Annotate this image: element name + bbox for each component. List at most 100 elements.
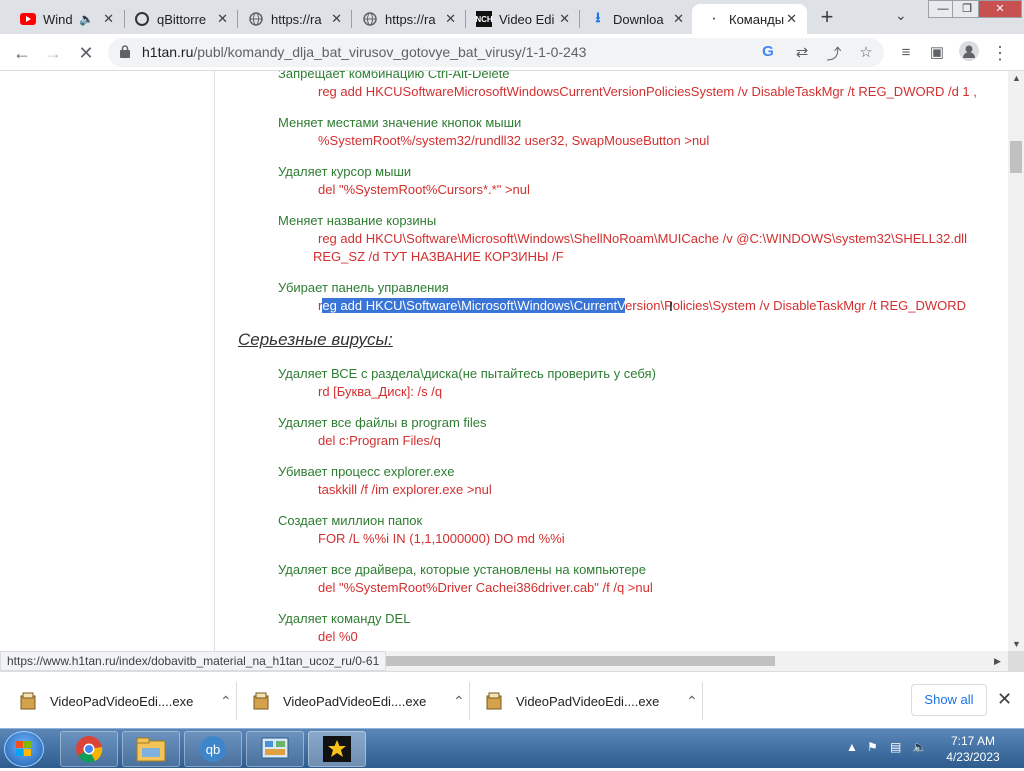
translate-icon[interactable]: ⇄ bbox=[792, 43, 812, 61]
clock-date: 4/23/2023 bbox=[946, 750, 1000, 764]
horizontal-scroll-thumb[interactable] bbox=[383, 656, 775, 666]
cmd-suffix: ersion\Policies\System /v DisableTaskMgr… bbox=[625, 298, 967, 313]
item-description: Удаляет ВСЕ с раздела\диска(не пытайтесь… bbox=[278, 366, 656, 381]
download-item[interactable]: VideoPadVideoEdi....exe ⌃ bbox=[486, 686, 698, 716]
download-filename: VideoPadVideoEdi....exe bbox=[516, 693, 660, 709]
close-icon[interactable]: ✕ bbox=[445, 11, 456, 27]
speaker-icon[interactable]: 🔈 bbox=[79, 12, 94, 26]
download-item[interactable]: VideoPadVideoEdi....exe ⌃ bbox=[253, 686, 465, 716]
menu-kebab-icon[interactable]: ⋮ bbox=[988, 41, 1012, 65]
chevron-up-icon[interactable]: ⌃ bbox=[686, 693, 698, 710]
network-icon[interactable]: ▤ bbox=[890, 740, 901, 754]
close-icon[interactable]: ✕ bbox=[786, 11, 797, 27]
taskbar-control-panel[interactable] bbox=[246, 731, 304, 767]
tab-ra-2[interactable]: https://ra ✕ bbox=[348, 4, 466, 34]
share-icon[interactable]: ⤴ bbox=[824, 43, 844, 64]
download-filename: VideoPadVideoEdi....exe bbox=[50, 693, 194, 709]
tab-komandy-active[interactable]: · Команды ✕ bbox=[692, 4, 807, 34]
new-tab-button[interactable]: + bbox=[815, 6, 839, 28]
item-command: reg add HKCU\Software\Microsoft\Windows\… bbox=[318, 231, 967, 246]
item-description: Создает миллион папок bbox=[278, 513, 423, 528]
tab-video-editor[interactable]: NCH Video Edi ✕ bbox=[462, 4, 580, 34]
tab-youtube[interactable]: Wind 🔈 ✕ bbox=[6, 4, 124, 34]
show-all-button[interactable]: Show all bbox=[911, 684, 987, 716]
back-button[interactable]: ← bbox=[10, 41, 34, 65]
close-icon[interactable]: ✕ bbox=[673, 11, 684, 27]
stop-loading-button[interactable]: ✕ bbox=[74, 41, 98, 65]
loading-icon: · bbox=[711, 10, 717, 27]
youtube-icon bbox=[20, 11, 36, 27]
tab-strip: Wind 🔈 ✕ qBittorre ✕ https://ra ✕ https:… bbox=[0, 0, 1024, 34]
tab-title: https://ra bbox=[385, 11, 436, 27]
action-center-flag-icon[interactable]: ⚑ bbox=[867, 740, 878, 754]
taskbar-chrome[interactable] bbox=[60, 731, 118, 767]
close-icon[interactable]: ✕ bbox=[103, 11, 114, 27]
lock-icon[interactable] bbox=[120, 45, 130, 58]
list-item: Запрещает комбинацию Ctrl-Alt-Delete reg… bbox=[278, 71, 977, 101]
tab-qbittorrent[interactable]: qBittorre ✕ bbox=[120, 4, 238, 34]
close-icon[interactable]: ✕ bbox=[559, 11, 570, 27]
download-shelf: VideoPadVideoEdi....exe ⌃ VideoPadVideoE… bbox=[0, 671, 1024, 728]
profile-avatar-icon[interactable] bbox=[957, 41, 981, 65]
download-item[interactable]: VideoPadVideoEdi....exe ⌃ bbox=[20, 686, 232, 716]
exe-file-icon bbox=[486, 692, 502, 710]
taskbar-qbittorrent[interactable]: qb bbox=[184, 731, 242, 767]
control-panel-icon bbox=[261, 737, 289, 759]
tab-title: Команды bbox=[729, 11, 785, 27]
vertical-scrollbar[interactable]: ▲ ▼ bbox=[1008, 71, 1024, 651]
url-path: /publ/komandy_dlja_bat_virusov_gotovye_b… bbox=[193, 44, 587, 60]
status-bubble-url: https://www.h1tan.ru/index/dobavitb_mate… bbox=[0, 651, 387, 671]
bookmark-star-icon[interactable]: ☆ bbox=[856, 43, 876, 61]
chrome-icon bbox=[76, 736, 103, 763]
google-icon[interactable]: G bbox=[758, 43, 778, 60]
start-button[interactable] bbox=[4, 731, 44, 767]
close-window-button[interactable]: ✕ bbox=[978, 0, 1022, 18]
tab-downloads[interactable]: ⭳ Downloa ✕ bbox=[576, 4, 694, 34]
exe-file-icon bbox=[253, 692, 269, 710]
taskbar-movie-maker[interactable] bbox=[308, 731, 366, 767]
media-control-icon[interactable]: ≡ bbox=[894, 41, 918, 65]
list-item: Убивает процесс explorer.exe taskkill /f… bbox=[278, 463, 492, 499]
volume-icon[interactable]: 🔈 bbox=[912, 740, 927, 754]
list-item: Меняет местами значение кнопок мыши %Sys… bbox=[278, 114, 709, 150]
scroll-up-arrow-icon[interactable]: ▲ bbox=[1012, 73, 1021, 83]
scroll-right-arrow-icon[interactable]: ▶ bbox=[994, 656, 1001, 667]
vertical-scroll-thumb[interactable] bbox=[1010, 141, 1022, 173]
url-text[interactable]: h1tan.ru/publ/komandy_dlja_bat_virusov_g… bbox=[142, 44, 586, 60]
left-sidebar bbox=[0, 71, 215, 651]
item-description: Удаляет все драйвера, которые установлен… bbox=[278, 562, 647, 577]
movie-maker-icon bbox=[323, 736, 351, 762]
windows-logo-icon bbox=[16, 741, 31, 756]
item-command-continued: REG_SZ /d ТУТ НАЗВАНИЕ КОРЗИНЫ /F bbox=[313, 249, 564, 264]
qbittorrent-icon bbox=[134, 11, 150, 27]
tab-ra-1[interactable]: https://ra ✕ bbox=[234, 4, 352, 34]
show-hidden-icons-chevron-icon[interactable]: ▲ bbox=[846, 740, 858, 754]
item-description: Удаляет все файлы в program files bbox=[278, 415, 487, 430]
close-icon[interactable]: ✕ bbox=[997, 689, 1012, 710]
system-clock[interactable]: 7:17 AM 4/23/2023 bbox=[936, 733, 1010, 765]
url-domain: h1tan.ru bbox=[142, 44, 194, 60]
item-command[interactable]: reg add HKCU\Software\Microsoft\Windows\… bbox=[278, 297, 966, 315]
forward-button[interactable]: → bbox=[41, 41, 65, 65]
tab-search-chevron-icon[interactable]: ⌄ bbox=[895, 7, 907, 24]
tab-title: qBittorre bbox=[157, 11, 207, 27]
close-icon[interactable]: ✕ bbox=[331, 11, 342, 27]
side-panel-icon[interactable]: ▣ bbox=[925, 41, 949, 65]
selected-text[interactable]: eg add HKCU\Software\Microsoft\Windows\C… bbox=[322, 298, 626, 313]
nch-icon: NCH bbox=[475, 11, 493, 27]
item-command: rd [Буква_Диск]: /s /q bbox=[318, 384, 443, 399]
item-description: Меняет название корзины bbox=[278, 213, 437, 228]
item-description: Запрещает комбинацию Ctrl-Alt-Delete bbox=[278, 71, 510, 81]
close-icon[interactable]: ✕ bbox=[217, 11, 228, 27]
chevron-up-icon[interactable]: ⌃ bbox=[220, 693, 232, 710]
item-command: %SystemRoot%/system32/rundll32 user32, S… bbox=[318, 133, 710, 148]
chevron-up-icon[interactable]: ⌃ bbox=[453, 693, 465, 710]
globe-icon bbox=[248, 11, 264, 27]
item-command: reg add HKCUSoftwareMicrosoftWindowsCurr… bbox=[318, 84, 977, 99]
scroll-down-arrow-icon[interactable]: ▼ bbox=[1012, 639, 1021, 649]
qbittorrent-icon: qb bbox=[200, 736, 226, 762]
taskbar-explorer[interactable] bbox=[122, 731, 180, 767]
browser-toolbar: ← → ✕ h1tan.ru/publ/komandy_dlja_bat_vir… bbox=[0, 34, 1024, 71]
item-description: Удаляет команду DEL bbox=[278, 611, 411, 626]
address-bar[interactable]: h1tan.ru/publ/komandy_dlja_bat_virusov_g… bbox=[108, 38, 884, 67]
